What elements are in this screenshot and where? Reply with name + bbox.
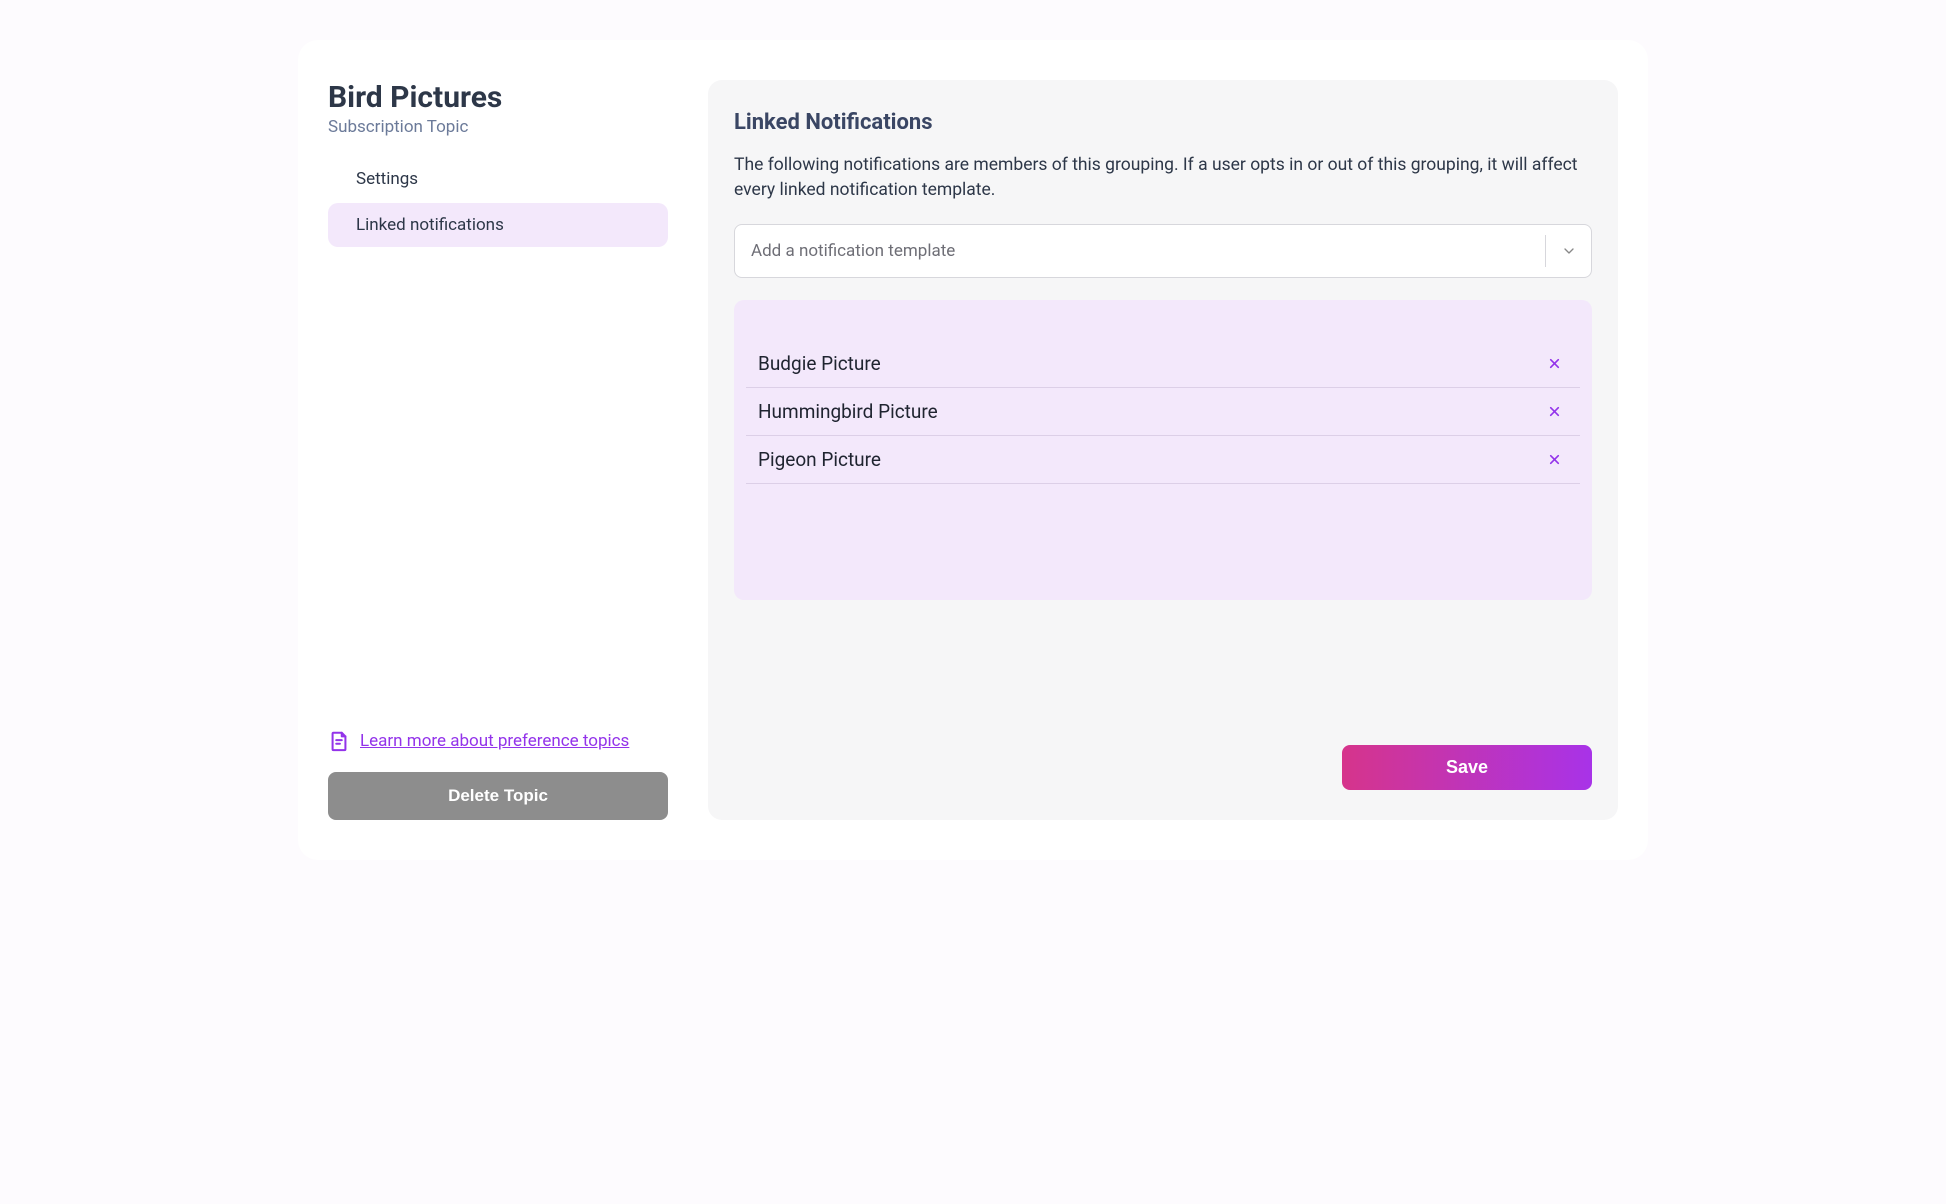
section-title: Linked Notifications xyxy=(734,110,1592,135)
list-item-label: Budgie Picture xyxy=(758,352,881,375)
chevron-down-icon xyxy=(1545,235,1591,267)
delete-topic-button[interactable]: Delete Topic xyxy=(328,772,668,820)
main-panel: Linked Notifications The following notif… xyxy=(708,80,1618,820)
close-icon[interactable] xyxy=(1546,356,1562,372)
section-description: The following notifications are members … xyxy=(734,153,1592,202)
sidebar-item-label: Settings xyxy=(356,169,418,189)
page-container: Bird Pictures Subscription Topic Setting… xyxy=(298,40,1648,860)
document-icon xyxy=(328,730,350,752)
main-footer: Save xyxy=(734,745,1592,790)
sidebar-item-label: Linked notifications xyxy=(356,215,504,235)
sidebar: Bird Pictures Subscription Topic Setting… xyxy=(328,80,668,820)
list-item: Hummingbird Picture xyxy=(746,388,1580,436)
learn-more-link[interactable]: Learn more about preference topics xyxy=(328,730,668,752)
page-title: Bird Pictures xyxy=(328,80,668,115)
save-button[interactable]: Save xyxy=(1342,745,1592,790)
close-icon[interactable] xyxy=(1546,452,1562,468)
select-placeholder: Add a notification template xyxy=(751,241,1545,261)
add-template-select[interactable]: Add a notification template xyxy=(734,224,1592,278)
sidebar-item-linked-notifications[interactable]: Linked notifications xyxy=(328,203,668,247)
list-item-label: Hummingbird Picture xyxy=(758,400,938,423)
close-icon[interactable] xyxy=(1546,404,1562,420)
learn-more-text: Learn more about preference topics xyxy=(360,731,629,751)
sidebar-item-settings[interactable]: Settings xyxy=(328,157,668,201)
list-item: Budgie Picture xyxy=(746,340,1580,388)
sidebar-footer: Learn more about preference topics Delet… xyxy=(328,730,668,820)
list-item: Pigeon Picture xyxy=(746,436,1580,484)
list-item-label: Pigeon Picture xyxy=(758,448,881,471)
page-subtitle: Subscription Topic xyxy=(328,117,668,137)
linked-templates-list: Budgie Picture Hummingbird Picture Pigeo… xyxy=(734,300,1592,600)
